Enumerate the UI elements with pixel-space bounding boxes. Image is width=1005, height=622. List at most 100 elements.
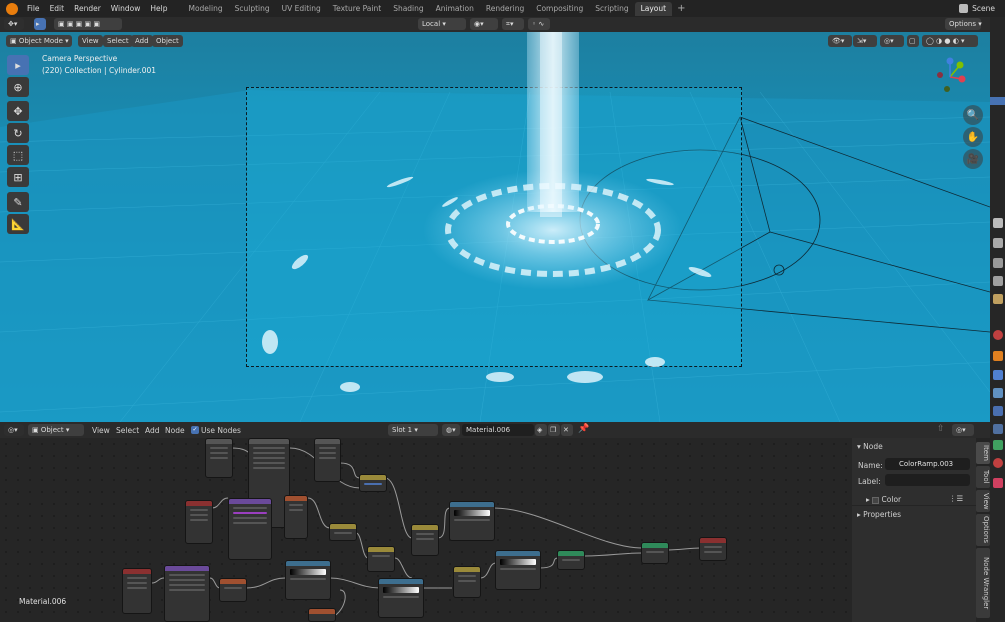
slot-dropdown[interactable]: Slot 1 ▾ xyxy=(388,424,438,436)
tab-uv-editing[interactable]: UV Editing xyxy=(276,2,327,16)
select-tool[interactable]: ▸ xyxy=(7,55,29,75)
node-frame[interactable] xyxy=(185,500,213,544)
node-frame[interactable] xyxy=(699,537,727,561)
node-frame[interactable] xyxy=(308,608,336,622)
menu-help[interactable]: Help xyxy=(145,4,172,13)
viewport-menu-view[interactable]: View xyxy=(78,35,103,47)
tab-item[interactable]: Item xyxy=(976,442,990,464)
particle-properties-icon[interactable] xyxy=(993,388,1003,398)
node-frame[interactable] xyxy=(285,560,331,600)
node-frame[interactable] xyxy=(359,474,387,492)
parent-node-tree-icon[interactable]: ⇧ xyxy=(937,424,945,434)
snap-toggle[interactable]: ⌗▾ xyxy=(502,18,524,30)
properties-panel-header[interactable]: ▸ Properties xyxy=(857,510,901,519)
select-box-tool-button[interactable]: ▸ xyxy=(34,18,46,30)
mode-dropdown[interactable]: ▣ Object Mode ▾ xyxy=(6,35,72,47)
pan-hand-icon[interactable]: ✋ xyxy=(963,127,983,147)
color-subpanel-header[interactable]: ▸ Color xyxy=(866,495,901,504)
shading-mode-buttons[interactable]: ◯ ◑ ● ◐ ▾ xyxy=(922,35,978,47)
material-browse-button[interactable]: ◍▾ xyxy=(442,424,460,436)
tab-layout[interactable]: Layout xyxy=(634,1,673,16)
node-name-field[interactable]: ColorRamp.003 xyxy=(885,458,970,470)
material-properties-icon[interactable] xyxy=(993,458,1003,468)
node-label-field[interactable] xyxy=(885,474,970,486)
node-frame[interactable] xyxy=(284,495,308,539)
tool-properties-icon[interactable] xyxy=(993,218,1003,228)
node-frame[interactable] xyxy=(449,501,495,541)
zoom-icon[interactable]: 🔍 xyxy=(963,105,983,125)
node-frame[interactable] xyxy=(314,438,341,482)
use-nodes-checkbox[interactable]: ✓ xyxy=(191,426,199,434)
pin-icon[interactable]: 📌 xyxy=(578,424,589,434)
texture-properties-icon[interactable] xyxy=(993,478,1003,488)
annotate-tool[interactable]: ✎ xyxy=(7,192,29,212)
menu-edit[interactable]: Edit xyxy=(45,4,70,13)
render-properties-icon[interactable] xyxy=(993,238,1003,248)
tab-node-wrangler[interactable]: Node Wrangler xyxy=(976,548,990,618)
scene-properties-icon[interactable] xyxy=(993,294,1003,304)
tab-options[interactable]: Options xyxy=(976,514,990,546)
viewport-menu-add[interactable]: Add xyxy=(131,35,153,47)
selection-mode-set[interactable]: ▣ ▣ ▣ ▣ ▣ xyxy=(54,18,122,30)
3d-viewport[interactable]: ▣ Object Mode ▾ View Select Add Object 👁… xyxy=(0,32,990,422)
proportional-edit-toggle[interactable]: ◦ ∿ xyxy=(528,18,550,30)
measure-tool[interactable]: 📐 xyxy=(7,214,29,234)
object-properties-icon[interactable] xyxy=(993,351,1003,361)
scene-selector[interactable]: Scene xyxy=(972,4,1005,13)
tab-modeling[interactable]: Modeling xyxy=(182,2,228,16)
overlay-toggle[interactable]: ◎▾ xyxy=(880,35,904,47)
constraint-properties-icon[interactable] xyxy=(993,424,1003,434)
tab-shading[interactable]: Shading xyxy=(387,2,429,16)
duplicate-material-button[interactable]: ❐ xyxy=(548,424,560,436)
shader-type-dropdown[interactable]: ▣ Object ▾ xyxy=(28,424,84,436)
menu-render[interactable]: Render xyxy=(69,4,106,13)
node-frame[interactable] xyxy=(329,523,357,541)
view-layer-icon[interactable] xyxy=(993,276,1003,286)
modifier-properties-icon[interactable] xyxy=(993,370,1003,380)
node-menu-node[interactable]: Node xyxy=(165,426,185,435)
node-frame[interactable] xyxy=(557,550,585,570)
node-frame[interactable] xyxy=(228,498,272,560)
editor-type-button[interactable]: ✥▾ xyxy=(4,18,24,30)
gizmo-toggle[interactable]: ⇲▾ xyxy=(853,35,877,47)
move-tool[interactable]: ✥ xyxy=(7,101,29,121)
tab-view[interactable]: View xyxy=(976,490,990,512)
fake-user-button[interactable]: ◈ xyxy=(535,424,547,436)
data-properties-icon[interactable] xyxy=(993,440,1003,450)
node-menu-view[interactable]: View xyxy=(92,426,110,435)
world-properties-icon[interactable] xyxy=(993,330,1003,340)
node-editor-type-button[interactable]: ◎▾ xyxy=(4,424,24,436)
scale-tool[interactable]: ⬚ xyxy=(7,145,29,165)
menu-window[interactable]: Window xyxy=(106,4,146,13)
node-panel-header[interactable]: ▾ Node xyxy=(857,442,883,451)
tab-compositing[interactable]: Compositing xyxy=(530,2,589,16)
tab-sculpting[interactable]: Sculpting xyxy=(229,2,276,16)
node-frame[interactable] xyxy=(378,578,424,618)
cursor-tool[interactable]: ⊕ xyxy=(7,77,29,97)
camera-view-icon[interactable]: 🎥 xyxy=(963,149,983,169)
node-frame[interactable] xyxy=(205,438,233,478)
node-canvas[interactable]: Material.006 xyxy=(0,438,852,622)
physics-properties-icon[interactable] xyxy=(993,406,1003,416)
tab-scripting[interactable]: Scripting xyxy=(589,2,634,16)
add-workspace-icon[interactable]: + xyxy=(672,3,690,14)
pivot-dropdown[interactable]: ◉▾ xyxy=(470,18,498,30)
node-frame[interactable] xyxy=(122,568,152,614)
transform-tool[interactable]: ⊞ xyxy=(7,167,29,187)
node-frame[interactable] xyxy=(495,550,541,590)
node-frame[interactable] xyxy=(411,524,439,556)
transform-orientation-dropdown[interactable]: Local ▾ xyxy=(418,18,466,30)
tab-tool[interactable]: Tool xyxy=(976,466,990,488)
viewport-menu-select[interactable]: Select xyxy=(103,35,133,47)
tab-texture-paint[interactable]: Texture Paint xyxy=(327,2,387,16)
color-panel-menu-icon[interactable]: ⋮☰ xyxy=(949,494,963,503)
node-frame[interactable] xyxy=(367,546,395,572)
xray-toggle[interactable]: ▢ xyxy=(907,35,919,47)
unlink-material-button[interactable]: ✕ xyxy=(561,424,573,436)
node-frame[interactable] xyxy=(219,578,247,602)
color-checkbox[interactable] xyxy=(872,496,880,504)
node-frame[interactable] xyxy=(453,566,481,598)
snap-nodes-toggle[interactable]: ◎▾ xyxy=(952,424,974,436)
node-frame[interactable] xyxy=(164,565,210,622)
output-properties-icon[interactable] xyxy=(993,258,1003,268)
